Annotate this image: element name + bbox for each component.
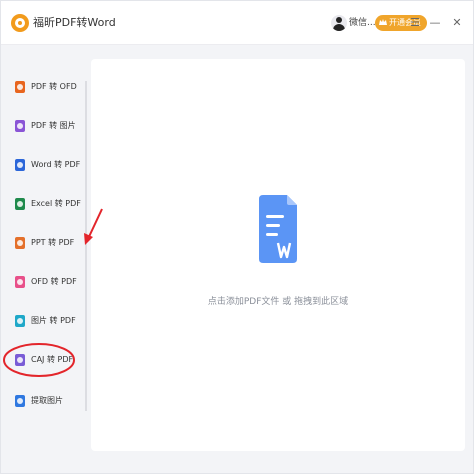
pdf-file-icon [15, 81, 25, 93]
menu-icon[interactable]: ☰ [407, 15, 423, 31]
crown-icon [379, 19, 387, 25]
sidebar-item-pdf-to-ofd[interactable]: PDF 转 OFD [7, 75, 79, 99]
sidebar-item-caj-to-pdf[interactable]: CAJ 转 PDF [7, 348, 79, 372]
sidebar-item-pdf-to-image[interactable]: PDF 转 图片 [7, 114, 79, 138]
word-document-icon [259, 195, 297, 263]
sidebar: PDF 转 OFD PDF 转 图片 Word 转 PDF Excel 转 PD… [1, 63, 87, 463]
sidebar-item-label: 提取图片 [31, 396, 63, 405]
app-logo-icon [11, 14, 29, 32]
sidebar-item-label: Excel 转 PDF [31, 199, 81, 208]
sidebar-item-word-to-pdf[interactable]: Word 转 PDF [7, 153, 81, 177]
image-file-icon [15, 120, 25, 132]
close-icon[interactable]: ✕ [449, 15, 465, 31]
sidebar-item-label: PPT 转 PDF [31, 238, 75, 247]
sidebar-item-extract-images[interactable]: 提取图片 [7, 389, 79, 413]
word-file-icon [15, 159, 25, 171]
extract-image-icon [15, 395, 25, 407]
sidebar-item-ppt-to-pdf[interactable]: PPT 转 PDF [7, 231, 79, 255]
file-drop-zone[interactable]: 点击添加PDF文件 或 拖拽到此区域 [91, 59, 465, 451]
sidebar-item-label: PDF 转 图片 [31, 121, 76, 130]
username-label[interactable]: 微信... [349, 16, 376, 30]
sidebar-scrollbar[interactable] [85, 81, 87, 411]
app-window: 福昕PDF转Word 微信... 开通会员 ☰ — ✕ PDF 转 OFD PD… [0, 0, 474, 474]
sidebar-item-label: PDF 转 OFD [31, 82, 77, 91]
sidebar-item-label: OFD 转 PDF [31, 277, 77, 286]
sidebar-item-label: CAJ 转 PDF [31, 355, 74, 364]
ppt-file-icon [15, 237, 25, 249]
sidebar-item-label: 图片 转 PDF [31, 316, 76, 325]
sidebar-item-ofd-to-pdf[interactable]: OFD 转 PDF [7, 270, 79, 294]
app-title: 福昕PDF转Word [33, 16, 116, 29]
sidebar-item-excel-to-pdf[interactable]: Excel 转 PDF [7, 192, 81, 216]
sidebar-item-label: Word 转 PDF [31, 160, 81, 169]
sidebar-item-image-to-pdf[interactable]: 图片 转 PDF [7, 309, 79, 333]
title-bar: 福昕PDF转Word 微信... 开通会员 ☰ — ✕ [1, 1, 473, 45]
user-avatar[interactable] [331, 15, 347, 31]
minimize-icon[interactable]: — [427, 15, 443, 31]
ofd-file-icon [15, 276, 25, 288]
image-file-icon [15, 315, 25, 327]
excel-file-icon [15, 198, 25, 210]
caj-file-icon [15, 354, 25, 366]
drop-hint-text: 点击添加PDF文件 或 拖拽到此区域 [207, 297, 349, 307]
